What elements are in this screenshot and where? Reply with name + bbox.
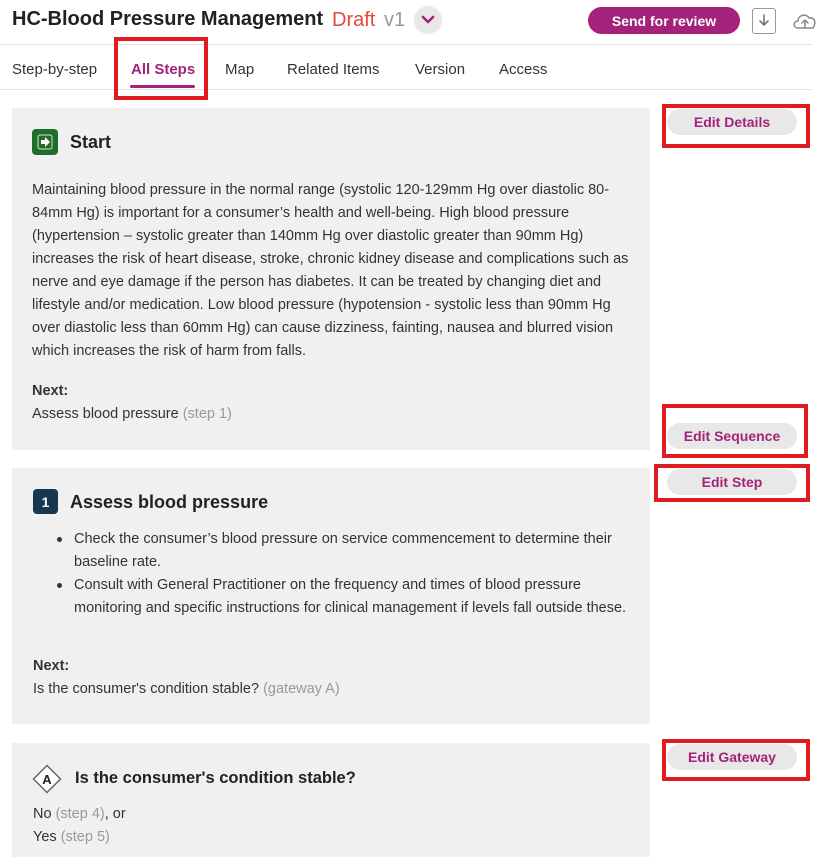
gateway-option-no: No (step 4), or: [33, 806, 126, 822]
edit-details-button[interactable]: Edit Details: [667, 109, 797, 135]
list-item: Check the consumer’s blood pressure on s…: [52, 528, 642, 574]
version-label: v1: [384, 9, 406, 31]
tab-related-items[interactable]: Related Items: [287, 61, 380, 78]
cloud-upload-icon: [793, 14, 816, 29]
step-number-badge: 1: [33, 489, 58, 514]
gateway-letter: A: [42, 772, 52, 787]
gateway-diamond-icon: A: [32, 764, 62, 794]
step-1-next-step-name: Is the consumer's condition stable?: [33, 681, 260, 697]
chevron-down-icon: [421, 15, 435, 24]
edit-gateway-button[interactable]: Edit Gateway: [667, 744, 797, 770]
download-button[interactable]: [752, 8, 776, 34]
page-title: HC-Blood Pressure Management: [12, 8, 324, 30]
gateway-option-ref: (step 5): [60, 829, 110, 845]
version-dropdown-button[interactable]: [414, 6, 442, 34]
start-title: Start: [70, 132, 112, 152]
start-description: Maintaining blood pressure in the normal…: [32, 182, 629, 359]
start-next-step-name: Assess blood pressure: [32, 406, 179, 422]
start-next-step-ref: (step 1): [182, 406, 232, 422]
page-header: HC-Blood Pressure Management Draft v1 Se…: [0, 0, 830, 44]
step-1-next-step-ref: (gateway A): [263, 681, 340, 697]
download-icon: [759, 14, 769, 26]
tab-step-by-step[interactable]: Step-by-step: [12, 61, 97, 78]
upload-button[interactable]: [790, 8, 820, 34]
gateway-option-label: No: [33, 806, 52, 822]
gateway-option-yes: Yes (step 5): [33, 829, 110, 845]
gateway-option-label: Yes: [33, 829, 57, 845]
gateway-a-title: Is the consumer's condition stable?: [75, 769, 356, 787]
tab-all-steps[interactable]: All Steps: [131, 61, 195, 78]
gateway-option-ref: (step 4): [55, 806, 105, 822]
step-1-next-label: Next:: [33, 658, 70, 674]
step-1-instructions: Check the consumer’s blood pressure on s…: [52, 528, 642, 620]
active-tab-indicator: [130, 85, 195, 88]
step-1-next-value: Is the consumer's condition stable? (gat…: [33, 681, 340, 697]
step-1-title: Assess blood pressure: [70, 492, 269, 512]
start-icon: [32, 129, 58, 155]
tab-version[interactable]: Version: [415, 61, 465, 78]
status-label: Draft: [332, 9, 376, 31]
list-item: Consult with General Practitioner on the…: [52, 574, 642, 620]
send-for-review-button[interactable]: Send for review: [588, 7, 740, 34]
tab-map[interactable]: Map: [225, 61, 254, 78]
start-next-label: Next:: [32, 383, 69, 399]
gateway-option-suffix: , or: [104, 806, 126, 822]
edit-step-button[interactable]: Edit Step: [667, 469, 797, 495]
tab-bar: Step-by-step All Steps Map Related Items…: [0, 44, 812, 90]
start-next-value: Assess blood pressure (step 1): [32, 406, 232, 422]
edit-sequence-button[interactable]: Edit Sequence: [667, 423, 797, 449]
tab-access[interactable]: Access: [499, 61, 547, 78]
